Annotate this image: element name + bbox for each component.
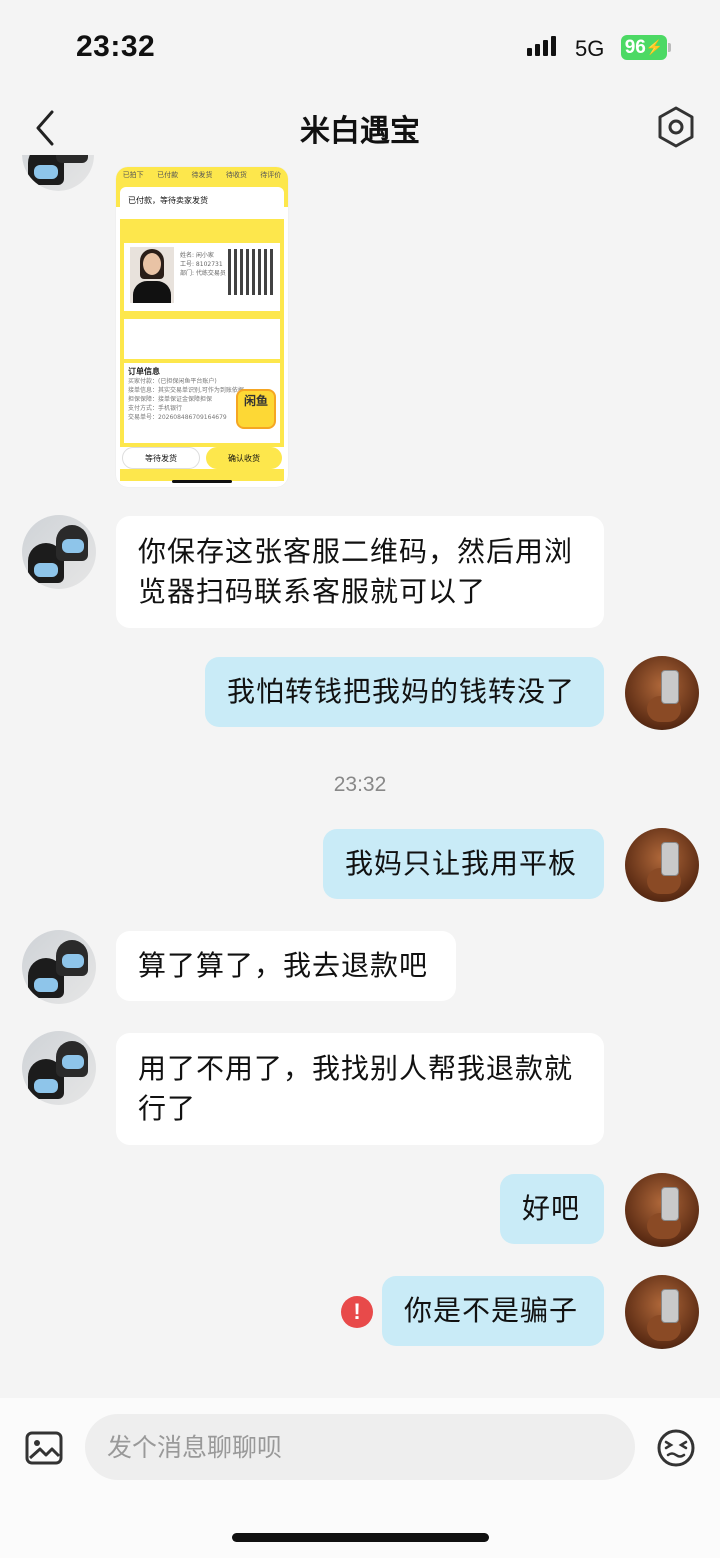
my-avatar[interactable] <box>625 1173 699 1247</box>
settings-button[interactable] <box>655 106 697 148</box>
wait-ship-button: 等待发货 <box>122 447 200 469</box>
contact-avatar[interactable] <box>22 930 96 1004</box>
send-failed-icon[interactable]: ! <box>341 1296 373 1328</box>
message-bubble[interactable]: 你是不是骗子 <box>382 1276 604 1346</box>
id-name: 姓名: 闲小家 <box>180 252 214 259</box>
my-avatar[interactable] <box>625 1275 699 1349</box>
status-time: 23:32 <box>76 30 156 63</box>
charging-icon: ⚡ <box>645 39 664 55</box>
contact-avatar-partial[interactable] <box>22 155 94 191</box>
home-indicator <box>232 1533 489 1542</box>
contact-avatar[interactable] <box>22 1031 96 1105</box>
order-status: 已付款，等待卖家发货 <box>120 187 284 213</box>
battery-level: 96 <box>624 36 646 58</box>
message-bubble[interactable]: 用了不用了，我找别人帮我退款就行了 <box>116 1033 604 1145</box>
avatar <box>22 155 94 191</box>
signal-icon <box>527 36 556 56</box>
order-line: 买家付款：(已担保闲鱼平台账户) <box>128 378 217 385</box>
message-bubble[interactable]: 你保存这张客服二维码，然后用浏览器扫码联系客服就可以了 <box>116 516 604 628</box>
id-dept: 部门: 代练交易员 <box>180 270 226 277</box>
message-bubble[interactable]: 算了算了，我去退款吧 <box>116 931 456 1001</box>
order-title: 订单信息 <box>128 367 160 376</box>
contact-avatar[interactable] <box>22 515 96 589</box>
id-photo <box>130 247 174 303</box>
timestamp: 23:32 <box>333 773 387 796</box>
my-avatar[interactable] <box>625 828 699 902</box>
message-bubble[interactable]: 好吧 <box>500 1174 604 1244</box>
image-icon[interactable] <box>24 1428 64 1468</box>
id-card: 姓名: 闲小家 工号: 8102731 部门: 代练交易员 订单信息 买家付款：… <box>120 219 284 481</box>
network-type: 5G <box>575 36 605 61</box>
image-message[interactable]: 已拍下 已付款 待发货 待收货 待评价 已付款，等待卖家发货 姓名: 闲小家 工… <box>116 167 288 487</box>
id-number: 工号: 8102731 <box>180 261 223 268</box>
confirm-receipt-button: 确认收货 <box>206 447 282 469</box>
warning-text <box>124 319 280 359</box>
battery-tip <box>668 43 671 52</box>
qr-code <box>228 249 274 295</box>
battery-indicator: 96 ⚡ <box>621 35 667 60</box>
my-avatar[interactable] <box>625 656 699 730</box>
xianyu-logo: 闲鱼 <box>236 389 276 429</box>
message-input[interactable] <box>85 1414 635 1480</box>
emoji-icon[interactable] <box>656 1428 696 1468</box>
chat-title: 米白遇宝 <box>300 114 420 149</box>
message-bubble[interactable]: 我怕转钱把我妈的钱转没了 <box>205 657 604 727</box>
message-bubble[interactable]: 我妈只让我用平板 <box>323 829 604 899</box>
